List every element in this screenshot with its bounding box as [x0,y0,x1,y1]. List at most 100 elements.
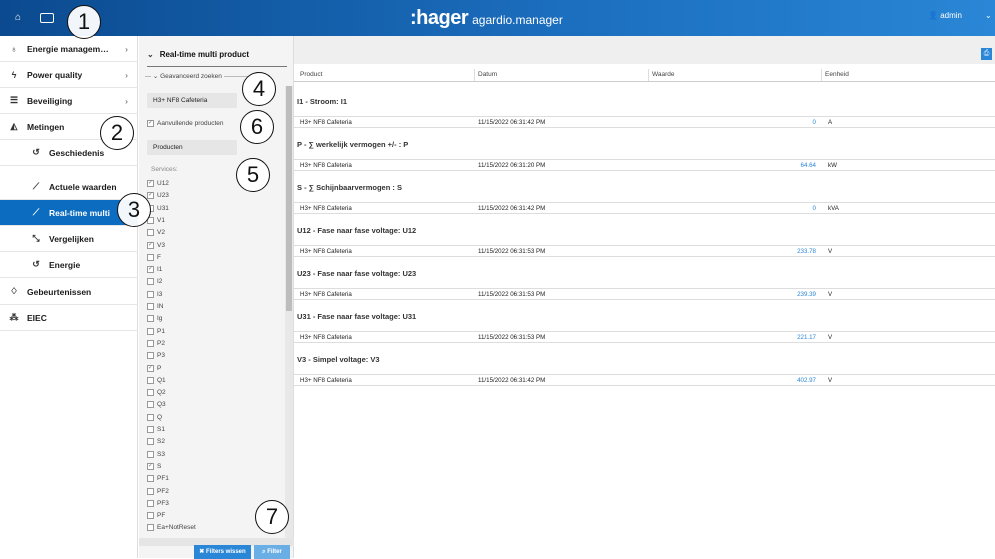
cell-date: 11/15/2022 06:31:53 PM [478,248,546,255]
service-checkbox-in[interactable]: IN [147,303,164,310]
annotation-callout-6: 6 [240,110,274,144]
service-label: I2 [157,278,163,286]
service-checkbox-q3[interactable]: Q3 [147,401,166,409]
export-icon[interactable]: ⎙ [981,48,992,60]
group-title: U23 - Fase naar fase voltage: U23 [297,269,417,278]
service-checkbox-pf[interactable]: PF [147,512,166,520]
service-checkbox-i2[interactable]: I2 [147,278,163,286]
top-bar: ⌂ :hager agardio.manager 👤 admin ⌄ [0,0,995,36]
service-checkbox-pf2[interactable]: PF2 [147,487,169,495]
column-header-datum[interactable]: Datum [478,71,497,78]
sidebar-item-label: Power quality [27,69,83,80]
annotation-callout-2: 2 [100,116,134,150]
filter-scrollbar-thumb[interactable] [286,86,292,311]
cell-product: H3+ NF8 Cafeteria [300,248,352,255]
sidebar-item-beveiliging[interactable]: ☰ Beveiliging › [0,88,138,114]
sidebar-item-power-quality[interactable]: ϟ Power quality › [0,62,138,88]
service-label: S1 [157,426,165,433]
service-label: U12 [157,180,169,187]
service-checkbox-s1[interactable]: S1 [147,426,165,433]
service-checkbox-i1[interactable]: ✓ I1 [147,266,163,274]
service-label: U23 [157,192,169,200]
service-label: Ig [157,315,163,323]
service-checkbox-i3[interactable]: I3 [147,290,162,298]
column-header-eenheid[interactable]: Eenheid [825,71,849,78]
column-header-product[interactable]: Product [300,71,322,78]
service-label: PF1 [157,475,169,483]
checkbox-unchecked [147,339,154,347]
chevron-right-icon: › [125,43,128,54]
service-checkbox-v3[interactable]: ✓ V3 [147,241,165,249]
sidebar-item-vergelijken[interactable]: ⤡ Vergelijken [0,226,138,252]
sidebar-item-label: Real-time multi [49,207,110,218]
group-title: P - ∑ werkelijk vermogen +/- : P [297,140,409,149]
sidebar-item-gebeurtenissen[interactable]: ♢ Gebeurtenissen [0,279,138,305]
service-checkbox-ea-notreset[interactable]: Ea+NotReset [147,524,196,532]
sidebar-item-eiec[interactable]: ⁂ EIEC [0,305,138,331]
products-select[interactable]: Producten [147,140,237,155]
sidebar-item-label: Vergelijken [49,233,94,244]
table-row[interactable]: H3+ NF8 Cafeteria 11/15/2022 06:31:42 PM 0… [294,202,995,214]
table-row[interactable]: H3+ NF8 Cafeteria 11/15/2022 06:31:53 PM 2… [294,331,995,343]
checkbox-checked: ✓ [147,192,154,200]
table-row[interactable]: H3+ NF8 Cafeteria 11/15/2022 06:31:42 PM 0… [294,116,995,128]
service-checkbox-s2[interactable]: S2 [147,438,165,446]
service-checkbox-p1[interactable]: P1 [147,327,165,335]
service-checkbox-q2[interactable]: Q2 [147,389,166,397]
cell-unit: kVA [828,205,839,212]
table-row[interactable]: H3+ NF8 Cafeteria 11/15/2022 06:31:53 PM 2… [294,288,995,300]
cell-date: 11/15/2022 06:31:20 PM [478,162,546,169]
service-label: U31 [157,204,169,212]
service-label: I1 [157,266,163,274]
service-checkbox-u12[interactable]: ✓ U12 [147,180,169,187]
service-label: PF [157,512,166,520]
cell-value: 0 [812,119,816,126]
chevron-down-icon[interactable]: ⌄ [985,11,992,20]
service-checkbox-f[interactable]: F [147,253,161,261]
service-label: IN [157,303,164,310]
service-checkbox-p3[interactable]: P3 [147,352,165,360]
history-icon: ↺ [32,147,40,157]
clear-filters-button[interactable]: ✖ Filters wissen [194,545,251,559]
service-checkbox-s[interactable]: ✓ S [147,462,161,470]
service-checkbox-p[interactable]: ✓ P [147,364,161,372]
additional-products-checkbox[interactable]: ✓ Aanvullende producten [147,120,224,127]
service-checkbox-pf1[interactable]: PF1 [147,475,169,483]
service-checkbox-q[interactable]: Q [147,413,162,421]
service-checkbox-s3[interactable]: S3 [147,450,165,458]
sidebar-item-energie[interactable]: ↺ Energie [0,252,138,278]
divider [145,75,151,77]
service-checkbox-p2[interactable]: P2 [147,339,165,347]
service-checkbox-pf3[interactable]: PF3 [147,499,169,507]
product-select[interactable]: H3+ NF8 Cafeteria [147,93,237,108]
sidebar: ♁ Energie managem… › ϟ Power quality › ☰… [0,36,138,558]
compare-icon: ⤡ [32,233,40,243]
sidebar-item-energie-management[interactable]: ♁ Energie managem… › [0,36,138,62]
service-label: V2 [157,229,165,237]
sidebar-item-label: Energie [49,259,81,270]
table-row[interactable]: H3+ NF8 Cafeteria 11/15/2022 06:31:42 PM 4… [294,374,995,386]
sidebar-item-actuele-waarden[interactable]: ⟋ Actuele waarden [0,174,138,200]
advanced-search-label: Geavanceerd zoeken [160,73,222,80]
filter-panel-title[interactable]: ⌄ Real-time multi product [147,50,249,59]
service-checkbox-u23[interactable]: ✓ U23 [147,192,169,200]
checkbox-unchecked [147,327,154,335]
cell-product: H3+ NF8 Cafeteria [300,377,352,384]
filter-panel: ⌄ Real-time multi product ⌄ Geavanceerd z… [139,36,294,559]
service-checkbox-v1[interactable]: V1 [147,216,165,224]
filter-button[interactable]: ⌕ Filter [254,545,290,559]
user-menu[interactable]: 👤 admin [928,11,962,20]
table-row[interactable]: H3+ NF8 Cafeteria 11/15/2022 06:31:20 PM 6… [294,159,995,171]
checkbox-checked: ✓ [147,266,154,274]
home-icon[interactable]: ⌂ [10,10,26,26]
service-label: Q2 [157,389,166,397]
service-checkbox-v2[interactable]: V2 [147,229,165,237]
service-checkbox-ig[interactable]: Ig [147,315,163,323]
column-header-waarde[interactable]: Waarde [652,71,675,78]
checkbox-checked: ✓ [147,364,154,372]
table-header: Product Datum Waarde Eenheid [294,69,995,82]
table-row[interactable]: H3+ NF8 Cafeteria 11/15/2022 06:31:53 PM 2… [294,245,995,257]
monitor-icon[interactable] [40,13,54,23]
cell-value: 221.17 [797,334,816,341]
service-checkbox-q1[interactable]: Q1 [147,376,166,384]
